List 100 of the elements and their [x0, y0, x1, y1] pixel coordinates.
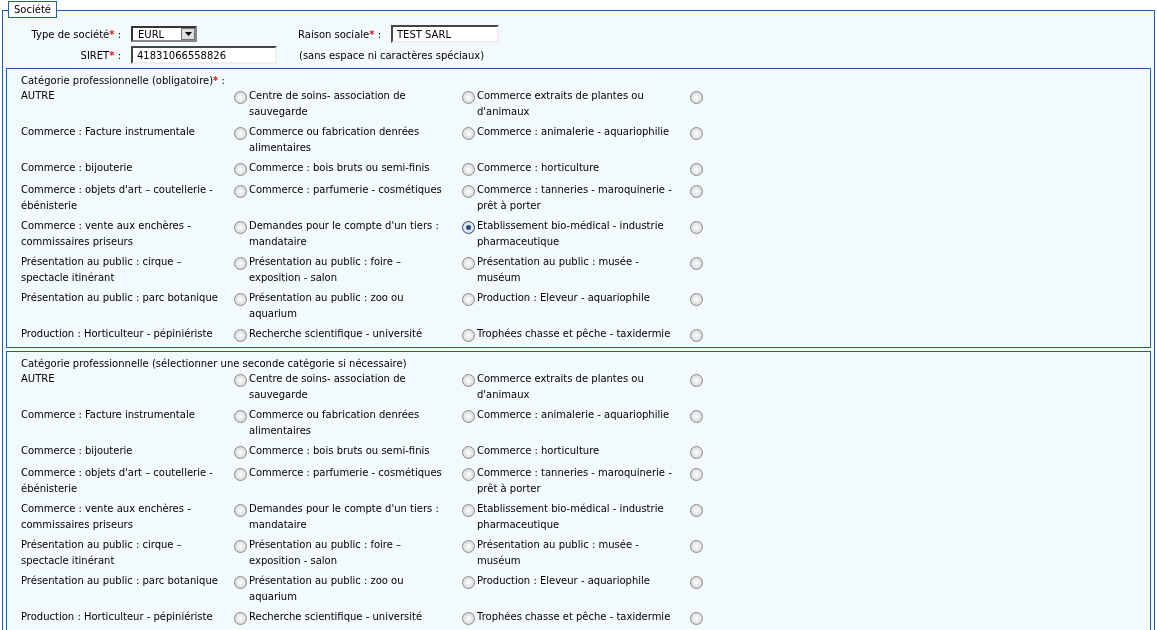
option-label: Recherche scientifique - université — [249, 327, 424, 341]
radio-button[interactable] — [462, 91, 475, 104]
hint-text: (sans espace ni caractères spéciaux) — [298, 49, 486, 61]
radio-button[interactable] — [234, 504, 247, 517]
radio-button[interactable] — [690, 91, 703, 104]
option-label: Commerce : parfumerie - cosmétiques — [249, 183, 443, 197]
option-label: Commerce : vente aux enchères - commissaires priseurs — [21, 219, 192, 249]
radio-button[interactable] — [690, 293, 703, 306]
option-label: Présentation au public : zoo ou aquarium — [249, 291, 405, 321]
option-label: Commerce : objets d'art – coutellerie - ébénisterie — [21, 183, 214, 213]
radio-button[interactable] — [690, 185, 703, 198]
option-label: Commerce : vente aux enchères - commissaires priseurs — [21, 502, 192, 532]
radio-button[interactable] — [462, 293, 475, 306]
option-label: Commerce : Facture instrumentale — [21, 125, 196, 139]
radio-button[interactable] — [690, 329, 703, 342]
radio-button[interactable] — [462, 468, 475, 481]
radio-button[interactable] — [462, 576, 475, 589]
option-label: Présentation au public : parc botanique — [21, 291, 219, 305]
option-label: Commerce : horticulture — [477, 444, 601, 458]
radio-button[interactable] — [690, 374, 703, 387]
radio-button[interactable] — [690, 127, 703, 140]
caret-icon — [184, 32, 192, 36]
option-label: Commerce : Facture instrumentale — [21, 408, 196, 422]
option-label: Demandes pour le compte d'un tiers : mandataire — [249, 502, 440, 532]
radio-button[interactable] — [462, 504, 475, 517]
radio-button[interactable] — [690, 576, 703, 589]
option-label: Production : Horticulteur - pépiniériste — [21, 327, 214, 341]
option-label: Etablissement bio-médical - industrie pharmaceutique — [477, 219, 665, 249]
radio-button[interactable] — [690, 446, 703, 459]
radio-button[interactable] — [690, 540, 703, 553]
radio-button[interactable] — [690, 410, 703, 423]
option-label: Présentation au public : foire – exposition - salon — [249, 538, 403, 568]
option-label: Présentation au public : zoo ou aquarium — [249, 574, 405, 604]
radio-button[interactable] — [462, 410, 475, 423]
radio-button[interactable] — [234, 163, 247, 176]
option-label: Commerce : bois bruts ou semi-finis — [249, 161, 431, 175]
radio-button[interactable] — [234, 468, 247, 481]
radio-button[interactable] — [462, 329, 475, 342]
option-label: Centre de soins- association de sauvegarde — [249, 89, 407, 119]
option-label: Production : Horticulteur - pépiniériste — [21, 610, 214, 624]
fieldset-legend: Société — [8, 1, 57, 18]
option-label: Commerce extraits de plantes ou d'animaux — [477, 89, 645, 119]
field-label: Type de société* : — [30, 28, 122, 40]
radio-button[interactable] — [234, 540, 247, 553]
company-type-select[interactable]: EURL — [131, 26, 197, 42]
option-label: Commerce extraits de plantes ou d'animaux — [477, 372, 645, 402]
radio-button[interactable] — [234, 91, 247, 104]
text-field[interactable]: 41831066558826 — [131, 46, 277, 64]
option-label: Commerce : objets d'art – coutellerie - ébénisterie — [21, 466, 214, 496]
radio-button[interactable] — [462, 163, 475, 176]
radio-button[interactable] — [462, 221, 475, 234]
option-label: Commerce : tanneries - maroquinerie - prêt à porter — [477, 183, 673, 213]
radio-button[interactable] — [234, 221, 247, 234]
option-label: Présentation au public : cirque – spectacle itinérant — [21, 255, 183, 285]
option-label: Commerce : parfumerie - cosmétiques — [249, 466, 443, 480]
radio-button[interactable] — [462, 540, 475, 553]
option-label: Production : Eleveur - aquariophile — [477, 291, 651, 305]
option-label: Etablissement bio-médical - industrie pharmaceutique — [477, 502, 665, 532]
radio-button[interactable] — [234, 612, 247, 625]
radio-button[interactable] — [690, 504, 703, 517]
radio-button[interactable] — [234, 293, 247, 306]
option-label: Commerce : animalerie - aquariophilie — [477, 125, 671, 139]
radio-button[interactable] — [462, 127, 475, 140]
radio-button[interactable] — [690, 257, 703, 270]
option-label: AUTRE — [21, 89, 56, 103]
section-title: Catégorie professionnelle (sélectionner une seconde catégorie si nécessaire) — [21, 358, 408, 369]
option-label: Commerce ou fabrication denrées alimentaires — [249, 125, 421, 155]
option-label: Commerce : animalerie - aquariophilie — [477, 408, 671, 422]
option-label: Commerce : bijouterie — [21, 161, 134, 175]
radio-button[interactable] — [234, 185, 247, 198]
radio-button[interactable] — [462, 374, 475, 387]
radio-button[interactable] — [462, 446, 475, 459]
radio-button[interactable] — [234, 374, 247, 387]
option-label: Commerce : horticulture — [477, 161, 601, 175]
option-label: AUTRE — [21, 372, 56, 386]
radio-button[interactable] — [234, 446, 247, 459]
field-label: Raison sociale* : — [297, 28, 382, 40]
radio-button[interactable] — [690, 468, 703, 481]
option-label: Trophées chasse et pêche - taxidermie — [477, 610, 672, 624]
radio-button[interactable] — [690, 612, 703, 625]
radio-button[interactable] — [690, 221, 703, 234]
option-label: Présentation au public : parc botanique — [21, 574, 219, 588]
text-field[interactable]: TEST SARL — [391, 25, 499, 43]
radio-button[interactable] — [234, 329, 247, 342]
option-label: Commerce ou fabrication denrées alimentaires — [249, 408, 421, 438]
option-label: Présentation au public : musée - muséum — [477, 538, 640, 568]
radio-button[interactable] — [234, 257, 247, 270]
radio-button[interactable] — [690, 163, 703, 176]
radio-button[interactable] — [462, 185, 475, 198]
option-label: Présentation au public : cirque – spectacle itinérant — [21, 538, 183, 568]
option-label: Trophées chasse et pêche - taxidermie — [477, 327, 672, 341]
radio-button[interactable] — [234, 410, 247, 423]
field-label: SIRET* : — [79, 49, 122, 61]
option-label: Présentation au public : musée - muséum — [477, 255, 640, 285]
option-label: Recherche scientifique - université — [249, 610, 424, 624]
radio-button[interactable] — [234, 127, 247, 140]
section-title: Catégorie professionnelle (obligatoire)* : — [21, 75, 226, 86]
radio-button[interactable] — [234, 576, 247, 589]
radio-button[interactable] — [462, 612, 475, 625]
radio-button[interactable] — [462, 257, 475, 270]
